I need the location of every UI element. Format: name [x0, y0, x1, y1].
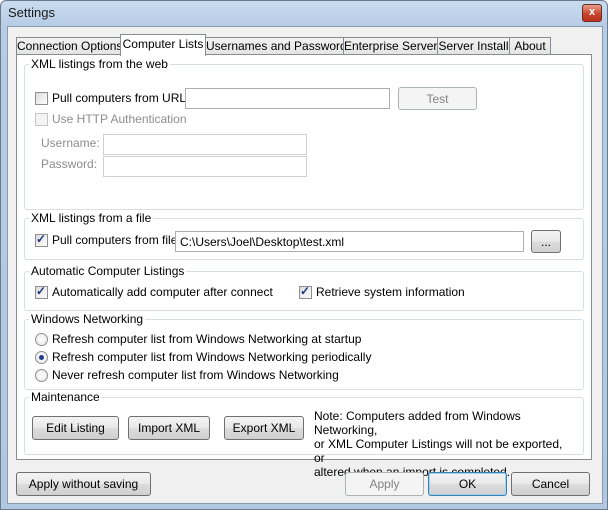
- tab-about[interactable]: About: [509, 37, 551, 55]
- cancel-button[interactable]: Cancel: [511, 472, 590, 496]
- tab-computer-lists[interactable]: Computer Lists: [120, 34, 206, 56]
- tab-server-install[interactable]: Server Install: [437, 37, 510, 55]
- dialog-client-area: Connection Options Computer Lists Userna…: [7, 26, 603, 504]
- window-title: Settings: [8, 5, 55, 20]
- url-input[interactable]: [185, 88, 390, 109]
- maintenance-note: Note: Computers added from Windows Netwo…: [314, 409, 576, 479]
- pull-file-checkbox[interactable]: [35, 232, 48, 247]
- file-listings-group: XML listings from a file Pull computers …: [24, 211, 584, 260]
- refresh-startup-radio[interactable]: [35, 333, 48, 346]
- tab-connection-options[interactable]: Connection Options: [16, 37, 122, 55]
- auto-add-checkbox[interactable]: [35, 284, 48, 299]
- username-input[interactable]: [103, 134, 307, 155]
- note-line: or XML Computer Listings will not be exp…: [314, 437, 563, 465]
- http-auth-label: Use HTTP Authentication: [52, 112, 187, 126]
- pull-url-label: Pull computers from URL:: [52, 91, 190, 105]
- password-label: Password:: [41, 157, 98, 171]
- retrieve-info-label: Retrieve system information: [316, 285, 465, 299]
- title-bar[interactable]: Settings x: [1, 1, 607, 25]
- http-auth-checkbox[interactable]: [35, 113, 48, 126]
- close-icon[interactable]: x: [582, 4, 602, 22]
- auto-add-label: Automatically add computer after connect: [52, 285, 273, 299]
- file-group-title: XML listings from a file: [29, 211, 154, 225]
- web-group-title: XML listings from the web: [29, 57, 170, 71]
- web-listings-group: XML listings from the web Pull computers…: [24, 57, 584, 210]
- pull-file-label: Pull computers from file:: [52, 233, 181, 247]
- never-refresh-label: Never refresh computer list from Windows…: [52, 368, 339, 382]
- test-button[interactable]: Test: [398, 87, 477, 110]
- auto-group-title: Automatic Computer Listings: [29, 264, 187, 278]
- file-path-input[interactable]: [175, 231, 524, 252]
- windows-networking-group: Windows Networking Refresh computer list…: [24, 312, 584, 390]
- note-line: Note: Computers added from Windows Netwo…: [314, 409, 521, 437]
- tab-usernames-and-passwords[interactable]: Usernames and Passwords: [205, 37, 353, 55]
- password-input[interactable]: [103, 156, 307, 177]
- settings-window: Settings x Connection Options Computer L…: [0, 0, 608, 510]
- never-refresh-radio[interactable]: [35, 369, 48, 382]
- networking-group-title: Windows Networking: [29, 312, 146, 326]
- ok-button[interactable]: OK: [428, 472, 507, 496]
- browse-button[interactable]: ...: [531, 230, 561, 253]
- apply-without-saving-button[interactable]: Apply without saving: [16, 472, 151, 496]
- export-xml-button[interactable]: Export XML: [224, 416, 304, 440]
- retrieve-info-checkbox[interactable]: [299, 284, 312, 299]
- pull-url-checkbox[interactable]: [35, 92, 48, 105]
- auto-listings-group: Automatic Computer Listings Automaticall…: [24, 264, 584, 311]
- computer-lists-panel: XML listings from the web Pull computers…: [16, 54, 592, 479]
- maintenance-group: Maintenance Edit Listing Import XML Expo…: [24, 390, 584, 479]
- refresh-startup-label: Refresh computer list from Windows Netwo…: [52, 332, 362, 346]
- refresh-periodically-label: Refresh computer list from Windows Netwo…: [52, 350, 372, 364]
- apply-button[interactable]: Apply: [345, 472, 424, 496]
- maintenance-group-title: Maintenance: [29, 390, 102, 404]
- username-label: Username:: [41, 136, 100, 150]
- tab-enterprise-server[interactable]: Enterprise Server: [343, 37, 438, 55]
- edit-listing-button[interactable]: Edit Listing: [32, 416, 119, 440]
- refresh-periodically-radio[interactable]: [35, 351, 48, 364]
- import-xml-button[interactable]: Import XML: [128, 416, 210, 440]
